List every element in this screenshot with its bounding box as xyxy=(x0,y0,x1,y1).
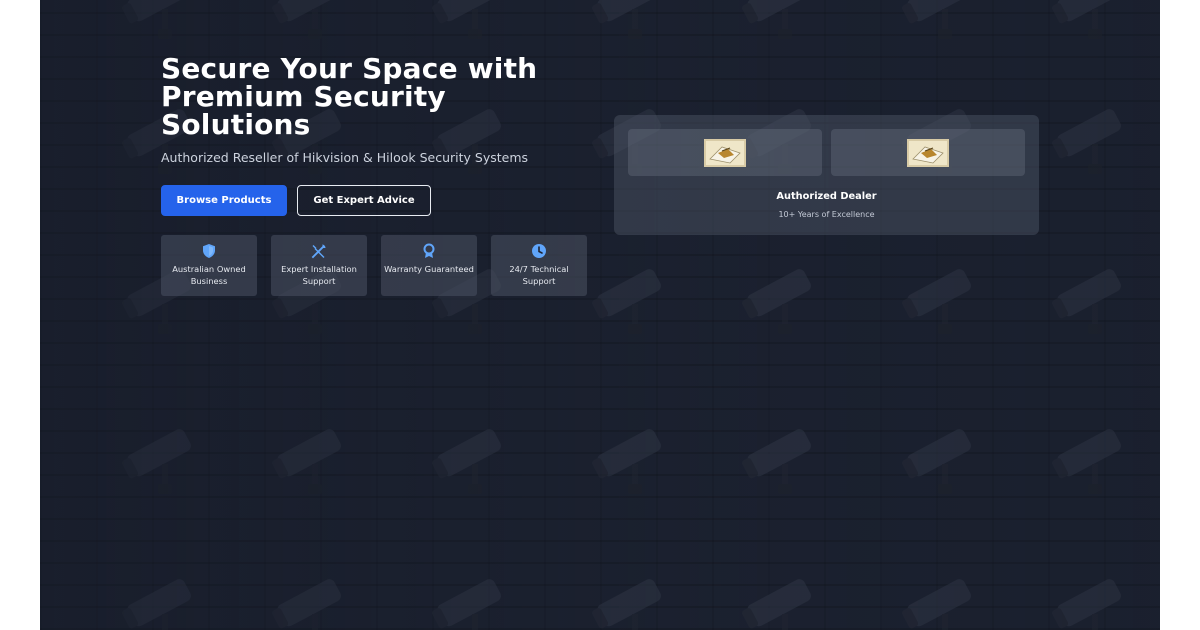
brand-logo-box xyxy=(628,129,822,176)
hero-buttons: Browse Products Get Expert Advice xyxy=(161,185,601,216)
feature-expert-installation: Expert Installation Support xyxy=(271,235,367,296)
feature-label: Expert Installation Support xyxy=(281,264,357,286)
brand-logos xyxy=(628,129,1025,176)
feature-label: 24/7 Technical Support xyxy=(509,264,569,286)
feature-label: Australian Owned Business xyxy=(172,264,246,286)
feature-technical-support: 24/7 Technical Support xyxy=(491,235,587,296)
brand-logo-box xyxy=(831,129,1025,176)
hero-content: Secure Your Space with Premium Security … xyxy=(161,55,601,296)
authorized-dealer-card: Authorized Dealer 10+ Years of Excellenc… xyxy=(614,115,1039,235)
feature-list: Australian Owned Business Expert Install… xyxy=(161,235,601,296)
hero-section: Secure Your Space with Premium Security … xyxy=(40,0,1160,630)
tools-icon xyxy=(311,244,326,259)
feature-australian-owned: Australian Owned Business xyxy=(161,235,257,296)
feature-label: Warranty Guaranteed xyxy=(384,264,474,274)
browse-products-button[interactable]: Browse Products xyxy=(161,185,287,216)
get-expert-advice-button[interactable]: Get Expert Advice xyxy=(297,185,431,216)
award-icon xyxy=(423,243,435,258)
hero-title: Secure Your Space with Premium Security … xyxy=(161,52,538,141)
shield-icon xyxy=(203,244,215,258)
hero-subtitle: Authorized Reseller of Hikvision & Hiloo… xyxy=(161,150,529,165)
brand-logo-image xyxy=(907,138,949,167)
clock-icon xyxy=(532,244,546,258)
dealer-subtitle: 10+ Years of Excellence xyxy=(778,210,875,219)
feature-warranty: Warranty Guaranteed xyxy=(381,235,477,296)
dealer-title: Authorized Dealer xyxy=(776,191,877,202)
brand-logo-image xyxy=(704,138,746,167)
